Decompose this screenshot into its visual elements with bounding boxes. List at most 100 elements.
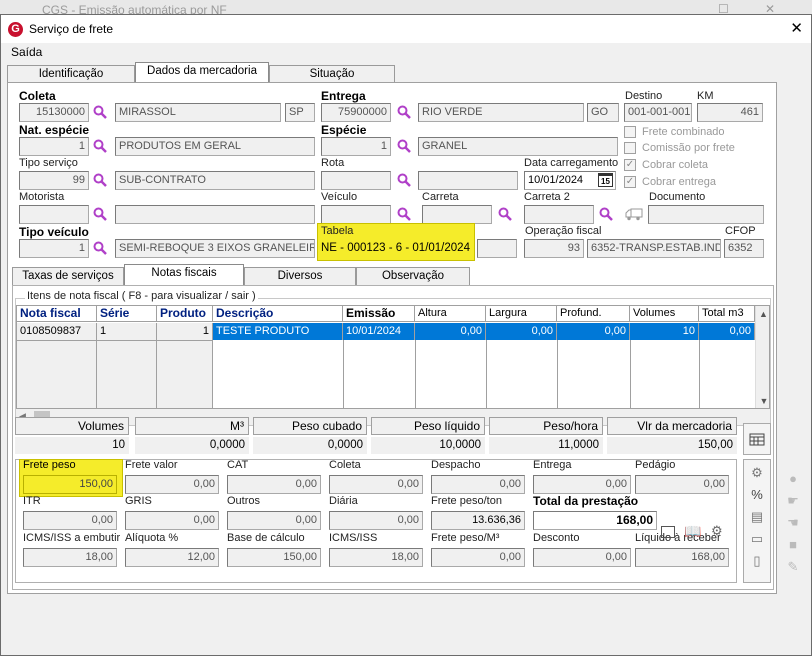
tipo-veiculo-search-icon[interactable] bbox=[93, 241, 107, 255]
col-descricao[interactable]: Descrição bbox=[213, 306, 343, 322]
diaria-field[interactable]: 0,00 bbox=[329, 511, 423, 530]
window-close-button[interactable]: ✕ bbox=[790, 19, 803, 37]
phone-icon[interactable]: ▯ bbox=[747, 552, 767, 570]
veiculo-field[interactable] bbox=[321, 205, 391, 224]
grid-vertical-scrollbar[interactable]: ▲ ▼ bbox=[755, 306, 769, 408]
book-icon[interactable]: 📖 bbox=[684, 523, 701, 540]
tab-dados-mercadoria[interactable]: Dados da mercadoria bbox=[135, 62, 269, 83]
despacho-field[interactable]: 0,00 bbox=[431, 475, 525, 494]
scroll-up-icon[interactable]: ▲ bbox=[756, 309, 769, 319]
cell-profund[interactable]: 0,00 bbox=[557, 323, 630, 340]
tipo-servico-search-icon[interactable] bbox=[93, 173, 107, 187]
tab-observacao[interactable]: Observação bbox=[356, 267, 470, 285]
cat-field[interactable]: 0,00 bbox=[227, 475, 321, 494]
tipo-veiculo-code-field[interactable]: 1 bbox=[19, 239, 89, 258]
col-profund[interactable]: Profund. bbox=[557, 306, 630, 322]
liquido-receber-field[interactable]: 168,00 bbox=[635, 548, 729, 567]
cobrar-entrega-checkbox[interactable]: ✓ bbox=[624, 176, 636, 188]
frete-peso-field[interactable]: 150,00 bbox=[23, 475, 117, 494]
outros-field[interactable]: 0,00 bbox=[227, 511, 321, 530]
tipo-servico-name-field[interactable]: SUB-CONTRATO bbox=[115, 171, 315, 190]
tipo-veiculo-name-field[interactable]: SEMI-REBOQUE 3 EIXOS GRANELEIR bbox=[115, 239, 315, 258]
motorista-name-field[interactable] bbox=[115, 205, 315, 224]
cell-serie[interactable]: 1 bbox=[97, 323, 157, 408]
col-emissao[interactable]: Emissão bbox=[343, 306, 415, 322]
motorista-code-field[interactable] bbox=[19, 205, 89, 224]
nat-especie-code-field[interactable]: 1 bbox=[19, 137, 89, 156]
coleta-valor-field[interactable]: 0,00 bbox=[329, 475, 423, 494]
tab-notas-fiscais[interactable]: Notas fiscais bbox=[124, 264, 244, 285]
operacao-fiscal-name-field[interactable]: 6352-TRANSP.ESTAB.IND bbox=[587, 239, 721, 258]
tab-taxas-servicos[interactable]: Taxas de serviços bbox=[12, 267, 124, 285]
tabela-field[interactable]: NE - 000123 - 6 - 01/01/2024 bbox=[321, 240, 471, 257]
frete-peso-m3-field[interactable]: 0,00 bbox=[431, 548, 525, 567]
especie-code-field[interactable]: 1 bbox=[321, 137, 391, 156]
scroll-down-icon[interactable]: ▼ bbox=[756, 396, 769, 406]
entrega-code-field[interactable]: 75900000 bbox=[321, 103, 391, 122]
table-icon[interactable] bbox=[661, 526, 675, 538]
carreta2-field[interactable] bbox=[524, 205, 594, 224]
pedagio-field[interactable]: 0,00 bbox=[635, 475, 729, 494]
documento-field[interactable] bbox=[648, 205, 764, 224]
menu-saida[interactable]: Saída bbox=[11, 45, 42, 59]
base-calculo-field[interactable]: 150,00 bbox=[227, 548, 321, 567]
cobrar-coleta-checkbox[interactable]: ✓ bbox=[624, 159, 636, 171]
col-volumes[interactable]: Volumes bbox=[630, 306, 699, 322]
carreta-field[interactable] bbox=[422, 205, 492, 224]
gris-field[interactable]: 0,00 bbox=[125, 511, 219, 530]
coleta-uf-field[interactable]: SP bbox=[285, 103, 315, 122]
percent-doc-icon[interactable]: % bbox=[747, 486, 767, 504]
carreta2-search-icon[interactable] bbox=[599, 207, 613, 221]
calculator-button[interactable] bbox=[743, 423, 771, 455]
entrega-city-field[interactable]: RIO VERDE bbox=[418, 103, 584, 122]
operacao-fiscal-code-field[interactable]: 93 bbox=[524, 239, 584, 258]
cell-descricao[interactable]: TESTE PRODUTO bbox=[213, 323, 343, 340]
coleta-search-icon[interactable] bbox=[93, 105, 107, 119]
destino-field[interactable]: 001-001-001 bbox=[624, 103, 692, 122]
recalc-icon[interactable]: ⚙ bbox=[747, 464, 767, 482]
cell-total-m3[interactable]: 0,00 bbox=[699, 323, 755, 340]
tab-situacao[interactable]: Situação bbox=[269, 65, 395, 83]
nat-especie-name-field[interactable]: PRODUTOS EM GERAL bbox=[115, 137, 315, 156]
nat-especie-search-icon[interactable] bbox=[93, 139, 107, 153]
col-altura[interactable]: Altura bbox=[415, 306, 486, 322]
cell-nota-fiscal[interactable]: 0108509837 bbox=[17, 323, 97, 408]
rota-code-field[interactable] bbox=[321, 171, 391, 190]
motorista-search-icon[interactable] bbox=[93, 207, 107, 221]
col-nota-fiscal[interactable]: Nota fiscal bbox=[17, 306, 97, 322]
tab-diversos[interactable]: Diversos bbox=[244, 267, 356, 285]
cell-largura[interactable]: 0,00 bbox=[486, 323, 557, 340]
col-largura[interactable]: Largura bbox=[486, 306, 557, 322]
frete-valor-field[interactable]: 0,00 bbox=[125, 475, 219, 494]
tab-identificacao[interactable]: Identificação bbox=[7, 65, 135, 83]
cell-emissao[interactable]: 10/01/2024 bbox=[343, 323, 415, 340]
calendar-icon[interactable]: 15 bbox=[598, 173, 613, 187]
tabela-extra-field[interactable] bbox=[477, 239, 517, 258]
especie-search-icon[interactable] bbox=[397, 139, 411, 153]
icms-iss-embutir-field[interactable]: 18,00 bbox=[23, 548, 117, 567]
frete-peso-ton-field[interactable]: 13.636,36 bbox=[431, 511, 525, 530]
aliquota-field[interactable]: 12,00 bbox=[125, 548, 219, 567]
total-prestacao-field[interactable]: 168,00 bbox=[533, 511, 657, 530]
cell-produto[interactable]: 1 bbox=[157, 323, 213, 408]
coleta-code-field[interactable]: 15130000 bbox=[19, 103, 89, 122]
cfop-field[interactable]: 6352 bbox=[724, 239, 764, 258]
entrega-search-icon[interactable] bbox=[397, 105, 411, 119]
desconto-field[interactable]: 0,00 bbox=[533, 548, 631, 567]
coleta-city-field[interactable]: MIRASSOL bbox=[115, 103, 281, 122]
tipo-servico-code-field[interactable]: 99 bbox=[19, 171, 89, 190]
list-doc-icon[interactable]: ▤ bbox=[747, 508, 767, 526]
col-total-m3[interactable]: Total m3 bbox=[699, 306, 755, 322]
itr-field[interactable]: 0,00 bbox=[23, 511, 117, 530]
comment-icon[interactable]: ▭ bbox=[747, 530, 767, 548]
veiculo-search-icon[interactable] bbox=[397, 207, 411, 221]
comissao-frete-checkbox[interactable] bbox=[624, 142, 636, 154]
entrega-uf-field[interactable]: GO bbox=[587, 103, 619, 122]
frete-combinado-checkbox[interactable] bbox=[624, 126, 636, 138]
cell-volumes[interactable]: 10 bbox=[630, 323, 699, 340]
km-field[interactable]: 461 bbox=[697, 103, 763, 122]
entrega-valor-field[interactable]: 0,00 bbox=[533, 475, 631, 494]
truck-icon[interactable] bbox=[625, 208, 643, 221]
rota-search-icon[interactable] bbox=[397, 173, 411, 187]
cell-altura[interactable]: 0,00 bbox=[415, 323, 486, 340]
